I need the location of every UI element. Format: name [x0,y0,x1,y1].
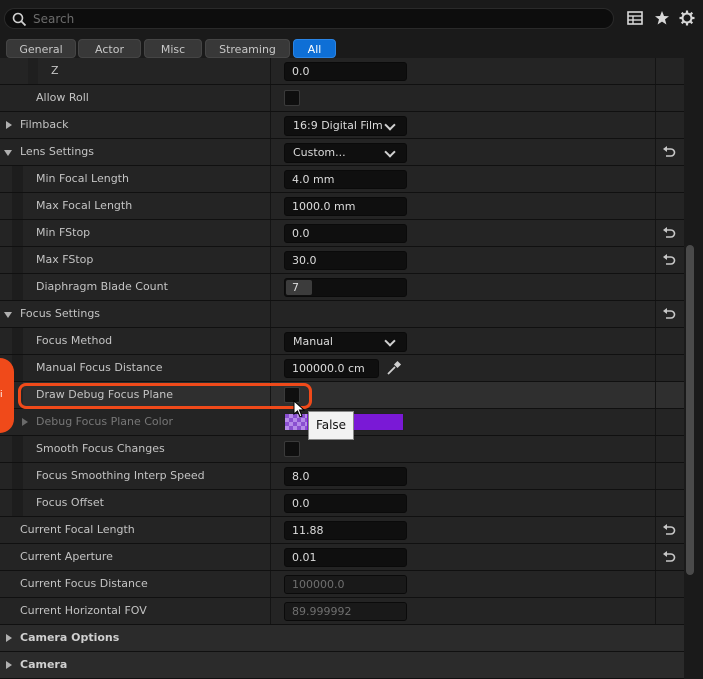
property-label: Focus Smoothing Interp Speed [36,469,205,482]
focus-offset-field[interactable]: 0.0 [284,494,407,513]
property-label: Current Horizontal FOV [20,604,147,617]
manual-focus-distance-field[interactable]: 100000.0 cm [284,359,379,378]
category-camera[interactable]: Camera [0,652,684,679]
property-row-focus-smoothing-interp-speed: Focus Smoothing Interp Speed 8.0 [0,463,684,490]
property-label: Min FStop [36,226,91,239]
reset-to-default-icon[interactable] [662,226,676,240]
property-label: Current Focus Distance [20,577,148,590]
focus-smoothing-interp-speed-field[interactable]: 8.0 [284,467,407,486]
search-icon [12,12,27,27]
property-row-filmback: Filmback 16:9 Digital Film [0,112,684,139]
filmback-dropdown[interactable]: 16:9 Digital Film [284,116,407,136]
category-label: Camera [20,658,68,671]
min-fstop-field[interactable]: 0.0 [284,224,407,243]
property-label: Min Focal Length [36,172,129,185]
tab-all[interactable]: All [293,39,336,58]
settings-gear-icon[interactable] [679,10,695,26]
property-label: Debug Focus Plane Color [36,415,173,428]
property-label: Focus Offset [36,496,104,509]
z-value-field[interactable]: 0.0 [284,62,407,81]
allow-roll-checkbox[interactable] [284,90,300,106]
property-row-focus-method: Focus Method Manual [0,328,684,355]
property-label: Focus Settings [20,307,101,320]
dropdown-value: 16:9 Digital Film [293,119,383,132]
collapse-arrow-icon[interactable] [4,312,12,318]
property-label: Manual Focus Distance [36,361,163,374]
property-label: Max FStop [36,253,94,266]
property-label: Lens Settings [20,145,95,158]
search-box[interactable] [4,8,614,29]
property-row-focus-settings: Focus Settings [0,301,684,328]
property-row-z: Z 0.0 [0,58,684,85]
category-camera-options[interactable]: Camera Options [0,625,684,652]
property-label: Filmback [20,118,69,131]
chevron-down-icon [384,335,396,347]
chevron-down-icon [384,119,396,131]
property-row-lens-settings: Lens Settings Custom... [0,139,684,166]
annotation-marker: i [0,358,14,433]
property-label: Smooth Focus Changes [36,442,165,455]
property-row-smooth-focus-changes: Smooth Focus Changes [0,436,684,463]
favorites-star-icon[interactable] [654,10,670,26]
expand-arrow-icon[interactable] [6,121,12,129]
table-view-icon[interactable] [627,10,643,26]
property-label: Current Aperture [20,550,113,563]
property-row-manual-focus-distance: Manual Focus Distance 100000.0 cm [0,355,684,382]
slider-value: 7 [292,281,299,294]
tab-misc[interactable]: Misc [144,39,202,58]
property-row-current-focus-distance: Current Focus Distance 100000.0 [0,571,684,598]
property-row-max-focal-length: Max Focal Length 1000.0 mm [0,193,684,220]
current-aperture-field[interactable]: 0.01 [284,548,407,567]
tab-actor[interactable]: Actor [78,39,141,58]
property-row-current-aperture: Current Aperture 0.01 [0,544,684,571]
current-focal-length-field[interactable]: 11.88 [284,521,407,540]
tab-streaming[interactable]: Streaming [205,39,290,58]
property-row-focus-offset: Focus Offset 0.0 [0,490,684,517]
property-label: Max Focal Length [36,199,133,212]
collapse-arrow-icon[interactable] [4,150,12,156]
property-row-min-focal-length: Min Focal Length 4.0 mm [0,166,684,193]
dropdown-value: Custom... [293,146,346,159]
smooth-focus-changes-checkbox[interactable] [284,441,300,457]
scrollbar-thumb[interactable] [686,245,694,575]
property-row-diaphragm-blade-count: Diaphragm Blade Count 7 [0,274,684,301]
max-focal-length-field[interactable]: 1000.0 mm [284,197,407,216]
property-label: Current Focal Length [20,523,135,536]
eyedropper-icon[interactable] [386,360,402,376]
reset-to-default-icon[interactable] [662,550,676,564]
property-row-max-fstop: Max FStop 30.0 [0,247,684,274]
property-row-current-focal-length: Current Focal Length 11.88 [0,517,684,544]
expand-arrow-icon[interactable] [22,418,28,426]
tab-general[interactable]: General [6,39,76,58]
dropdown-value: Manual [293,335,333,348]
property-row-min-fstop: Min FStop 0.0 [0,220,684,247]
reset-to-default-icon[interactable] [662,307,676,321]
details-toolbar [0,0,703,37]
property-label: Focus Method [36,334,113,347]
current-horizontal-fov-field: 89.999992 [284,602,407,621]
category-label: Camera Options [20,631,120,644]
expand-arrow-icon[interactable] [6,634,12,642]
reset-to-default-icon[interactable] [662,253,676,267]
current-focus-distance-field: 100000.0 [284,575,407,594]
min-focal-length-field[interactable]: 4.0 mm [284,170,407,189]
chevron-down-icon [384,146,396,158]
details-panel: Z 0.0 Allow Roll Filmback 16:9 Digital F… [0,58,684,679]
max-fstop-field[interactable]: 30.0 [284,251,407,270]
property-label: Allow Roll [36,91,89,104]
expand-arrow-icon[interactable] [6,661,12,669]
mouse-cursor-icon [293,400,305,418]
reset-to-default-icon[interactable] [662,145,676,159]
diaphragm-blade-count-slider[interactable]: 7 [284,278,407,297]
value-tooltip: False [308,411,354,440]
highlight-annotation [18,383,312,409]
reset-to-default-icon[interactable] [662,523,676,537]
focus-method-dropdown[interactable]: Manual [284,332,407,352]
property-row-allow-roll: Allow Roll [0,85,684,112]
search-input[interactable] [33,11,593,26]
property-row-current-horizontal-fov: Current Horizontal FOV 89.999992 [0,598,684,625]
lens-settings-dropdown[interactable]: Custom... [284,143,407,163]
property-label: Diaphragm Blade Count [36,280,168,293]
property-label: Z [51,64,59,77]
